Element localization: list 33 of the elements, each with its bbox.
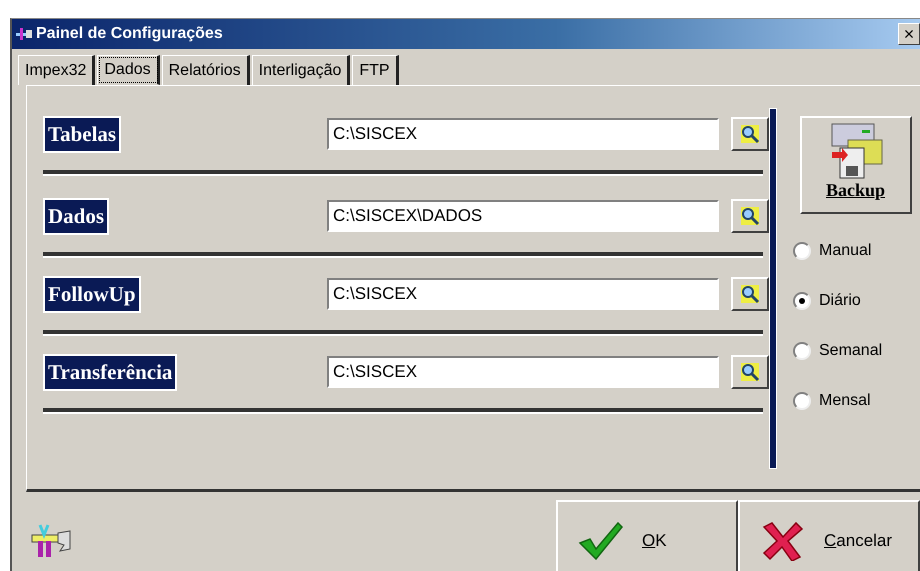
path-field[interactable]: C:\SISCEX xyxy=(327,278,719,310)
radio-option[interactable]: Diário xyxy=(793,292,882,310)
tools-icon xyxy=(16,27,34,41)
path-label: Tabelas xyxy=(43,116,122,152)
search-icon xyxy=(740,284,760,304)
browse-button[interactable] xyxy=(731,117,769,151)
path-field[interactable]: C:\SISCEX xyxy=(327,356,719,388)
cancel-button[interactable]: Cancelar xyxy=(738,500,920,571)
tab[interactable]: Impex32 xyxy=(18,55,96,85)
tab[interactable]: Relatórios xyxy=(162,55,250,85)
tab[interactable]: Interligação xyxy=(252,55,350,85)
browse-button[interactable] xyxy=(731,277,769,311)
browse-button[interactable] xyxy=(731,355,769,389)
radio-option[interactable]: Manual xyxy=(793,242,882,260)
path-label: Dados xyxy=(43,198,110,234)
radio-option[interactable]: Semanal xyxy=(793,342,882,360)
backup-button[interactable]: Backup xyxy=(800,116,912,214)
search-icon xyxy=(740,124,760,144)
tab[interactable]: Dados xyxy=(97,55,160,85)
path-field[interactable]: C:\SISCEX\DADOS xyxy=(327,200,719,232)
browse-button[interactable] xyxy=(731,199,769,233)
tab[interactable]: FTP xyxy=(352,55,399,85)
path-label: FollowUp xyxy=(43,276,141,312)
ok-button[interactable]: OK xyxy=(556,500,738,571)
path-field[interactable]: C:\SISCEX xyxy=(327,118,719,150)
close-button[interactable]: × xyxy=(898,23,920,45)
search-icon xyxy=(740,206,760,226)
cross-icon xyxy=(760,521,806,561)
search-icon xyxy=(740,362,760,382)
radio-option[interactable]: Mensal xyxy=(793,392,882,410)
window-title: Painel de Configurações xyxy=(36,25,224,43)
path-label: Transferência xyxy=(43,354,178,390)
check-icon xyxy=(578,521,624,561)
